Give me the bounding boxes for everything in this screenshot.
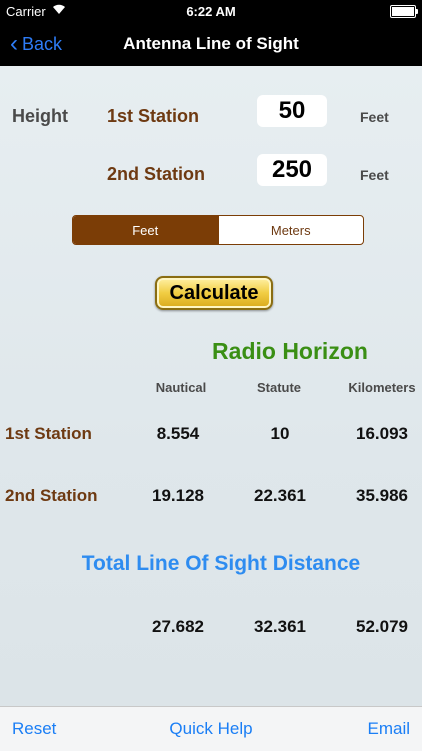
chevron-left-icon: ‹ — [10, 30, 18, 57]
navigation-bar: Antenna Line of Sight ‹ Back — [0, 22, 422, 66]
total-statute-value: 32.361 — [254, 617, 306, 636]
station1-unit-label: Feet — [360, 109, 389, 125]
station2-height-label: 2nd Station — [107, 164, 205, 184]
station1-statute-value: 10 — [270, 424, 290, 443]
station2-statute-value: 22.361 — [254, 486, 306, 505]
column-header-statute: Statute — [256, 380, 302, 395]
station1-row-label: 1st Station — [5, 424, 92, 443]
total-nautical-value: 27.682 — [152, 617, 204, 636]
back-label: Back — [22, 33, 63, 54]
calculate-button[interactable]: Calculate — [155, 276, 273, 310]
email-button[interactable]: Email — [367, 707, 410, 751]
total-distance-title: Total Line Of Sight Distance — [81, 552, 361, 575]
quick-help-button[interactable]: Quick Help — [0, 707, 422, 751]
station1-nautical-value: 8.554 — [156, 424, 200, 443]
station2-unit-label: Feet — [360, 167, 389, 183]
station2-kilometers-value: 35.986 — [356, 486, 408, 505]
feet-segment[interactable]: Feet — [73, 216, 218, 244]
total-kilometers-value: 52.079 — [356, 617, 408, 636]
meters-segment[interactable]: Meters — [217, 216, 364, 244]
units-segmented-control: Feet Meters — [72, 215, 364, 245]
column-header-nautical: Nautical — [155, 380, 207, 395]
station1-height-input[interactable] — [257, 95, 327, 127]
height-label: Height — [12, 106, 68, 126]
back-button[interactable]: ‹ Back — [10, 22, 62, 66]
reset-button[interactable]: Reset — [12, 707, 56, 751]
bottom-toolbar: Quick Help Reset Email — [0, 706, 422, 751]
station2-row-label: 2nd Station — [5, 486, 98, 505]
battery-icon — [390, 5, 418, 18]
station2-height-input[interactable] — [257, 154, 327, 186]
main-content: Height 1st Station Feet 2nd Station Feet… — [0, 66, 422, 706]
status-bar: Carrier 6:22 AM — [0, 0, 422, 22]
column-header-kilometers: Kilometers — [348, 380, 416, 395]
page-title: Antenna Line of Sight — [123, 34, 299, 53]
station2-nautical-value: 19.128 — [152, 486, 204, 505]
radio-horizon-title: Radio Horizon — [212, 338, 368, 364]
station1-kilometers-value: 16.093 — [356, 424, 408, 443]
clock: 6:22 AM — [186, 4, 236, 19]
station1-height-label: 1st Station — [107, 106, 200, 126]
